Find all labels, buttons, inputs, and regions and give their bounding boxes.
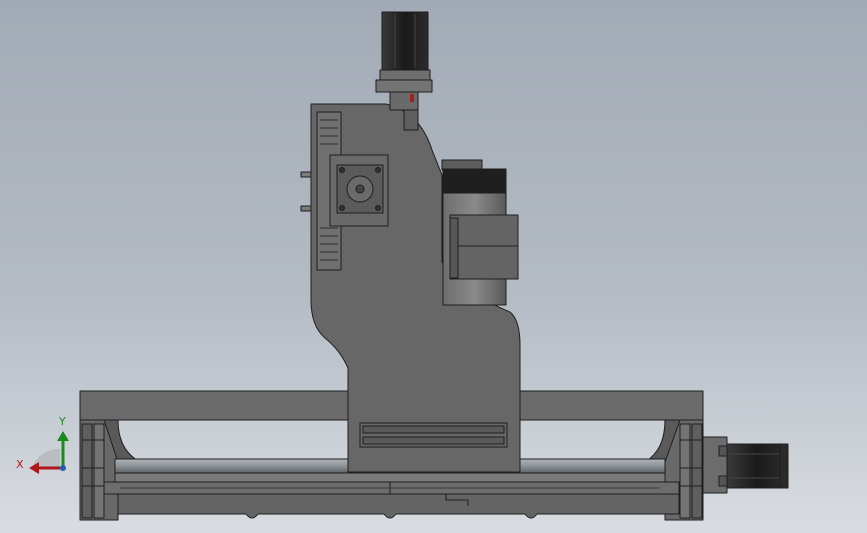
spindle-cap xyxy=(442,168,507,194)
motor-screw xyxy=(375,167,381,173)
x-rail-carriage-bar xyxy=(114,472,666,483)
z-red-marker xyxy=(410,94,414,102)
x-motor-end-cap xyxy=(779,443,789,489)
triad-y-label: Y xyxy=(59,415,66,428)
motor-screw xyxy=(375,205,381,211)
vent-slot xyxy=(362,436,505,445)
spindle-clamp-edge xyxy=(449,217,459,279)
vent-slot xyxy=(362,425,505,434)
right-plate-strip-a xyxy=(679,423,691,519)
axis-triad xyxy=(29,431,69,474)
motor-screw xyxy=(339,205,345,211)
left-plate-strip-b xyxy=(93,423,105,519)
bolt-left-upper xyxy=(300,171,312,178)
y-stepper-motor xyxy=(329,154,389,227)
cnc-router-side-view[interactable] xyxy=(0,0,867,533)
motor-shaft-icon xyxy=(355,184,365,194)
spindle-clamp xyxy=(449,214,519,280)
x-stepper-motor xyxy=(702,436,789,494)
x-motor-body xyxy=(726,443,788,489)
z-coupler-block xyxy=(375,79,433,93)
left-plate-strip-a xyxy=(81,423,93,519)
right-plate-strip-b xyxy=(691,423,703,519)
triad-y-arrow-icon xyxy=(57,431,69,441)
base-bottom-with-feet xyxy=(103,493,680,519)
spindle-assembly xyxy=(441,159,519,306)
motor-screw xyxy=(339,167,345,173)
z-lead-screw-housing xyxy=(403,109,419,131)
cad-viewport[interactable]: X Y xyxy=(0,0,867,533)
triad-origin xyxy=(60,465,66,471)
x-motor-bolt xyxy=(718,475,728,487)
z-motor-body xyxy=(381,11,429,71)
bolt-left-lower xyxy=(300,205,312,212)
triad-x-label: X xyxy=(16,458,24,471)
x-motor-bolt xyxy=(718,445,728,457)
z-motor-flange xyxy=(379,69,431,81)
